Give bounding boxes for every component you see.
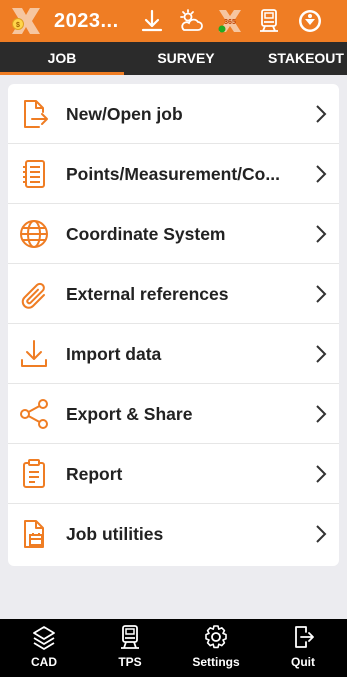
menu-item-label: Points/Measurement/Co... [66, 164, 280, 184]
chevron-right-icon [316, 285, 327, 303]
menu-item-label: Coordinate System [66, 224, 226, 244]
tab-survey[interactable]: SURVEY [124, 42, 248, 75]
chevron-right-icon [316, 525, 327, 543]
bottom-nav-label: TPS [118, 655, 142, 669]
job-utilities-icon [18, 518, 50, 550]
tab-stakeout[interactable]: STAKEOUT [248, 42, 347, 75]
menu-item-job-utilities[interactable]: Job utilities [8, 504, 339, 564]
menu-item-import-data[interactable]: Import data [8, 324, 339, 384]
chevron-right-icon [316, 225, 327, 243]
bottom-nav-label: Settings [192, 655, 240, 669]
exit-icon [291, 624, 315, 650]
connection-icon[interactable] [296, 7, 324, 35]
menu-item-coordinate-system[interactable]: Coordinate System [8, 204, 339, 264]
bottom-nav-label: Quit [291, 655, 315, 669]
chevron-right-icon [316, 405, 327, 423]
menu-item-external-references[interactable]: External references [8, 264, 339, 324]
menu-item-label: Report [66, 464, 123, 484]
menu-item-label: External references [66, 284, 229, 304]
bottom-nav: CAD TPS Settings Quit [0, 619, 347, 677]
menu-item-new-open-job[interactable]: New/Open job [8, 84, 339, 144]
bottom-nav-settings[interactable]: Settings [181, 619, 251, 677]
bottom-nav-quit[interactable]: Quit [268, 619, 338, 677]
import-icon [18, 338, 50, 370]
app-bar: $ 2023... 365 [0, 0, 347, 42]
tab-job[interactable]: JOB [0, 42, 124, 75]
bottom-nav-cad[interactable]: CAD [9, 619, 79, 677]
total-station-icon[interactable] [255, 7, 283, 35]
report-icon [18, 458, 50, 490]
chevron-right-icon [316, 345, 327, 363]
paperclip-icon [18, 278, 50, 310]
menu-item-label: New/Open job [66, 104, 183, 124]
points-list-icon [18, 158, 50, 190]
download-icon[interactable] [138, 7, 166, 35]
weather-icon[interactable] [177, 7, 205, 35]
menu-item-label: Export & Share [66, 404, 193, 424]
svg-text:365: 365 [224, 19, 236, 26]
layers-icon [32, 624, 56, 650]
menu-item-export-share[interactable]: Export & Share [8, 384, 339, 444]
bottom-nav-tps[interactable]: TPS [95, 619, 165, 677]
chevron-right-icon [316, 465, 327, 483]
menu-item-label: Job utilities [66, 524, 164, 544]
tab-bar: JOB SURVEY STAKEOUT [0, 42, 347, 75]
gear-icon [204, 624, 228, 650]
menu-item-points-measurement[interactable]: Points/Measurement/Co... [8, 144, 339, 204]
file-open-icon [18, 98, 50, 130]
bottom-nav-label: CAD [31, 655, 57, 669]
chevron-right-icon [316, 165, 327, 183]
globe-icon [18, 218, 50, 250]
chevron-right-icon [316, 105, 327, 123]
menu-item-label: Import data [66, 344, 162, 364]
job-menu-list: New/Open job Points/Measurement/Co... Co… [8, 84, 339, 566]
job-title[interactable]: 2023... [54, 0, 119, 42]
gnss-365-icon[interactable]: 365 [216, 7, 244, 35]
share-icon [18, 398, 50, 430]
menu-item-report[interactable]: Report [8, 444, 339, 504]
app-logo-icon[interactable]: $ [9, 4, 43, 38]
svg-text:$: $ [16, 22, 20, 29]
total-station-icon [118, 624, 142, 650]
